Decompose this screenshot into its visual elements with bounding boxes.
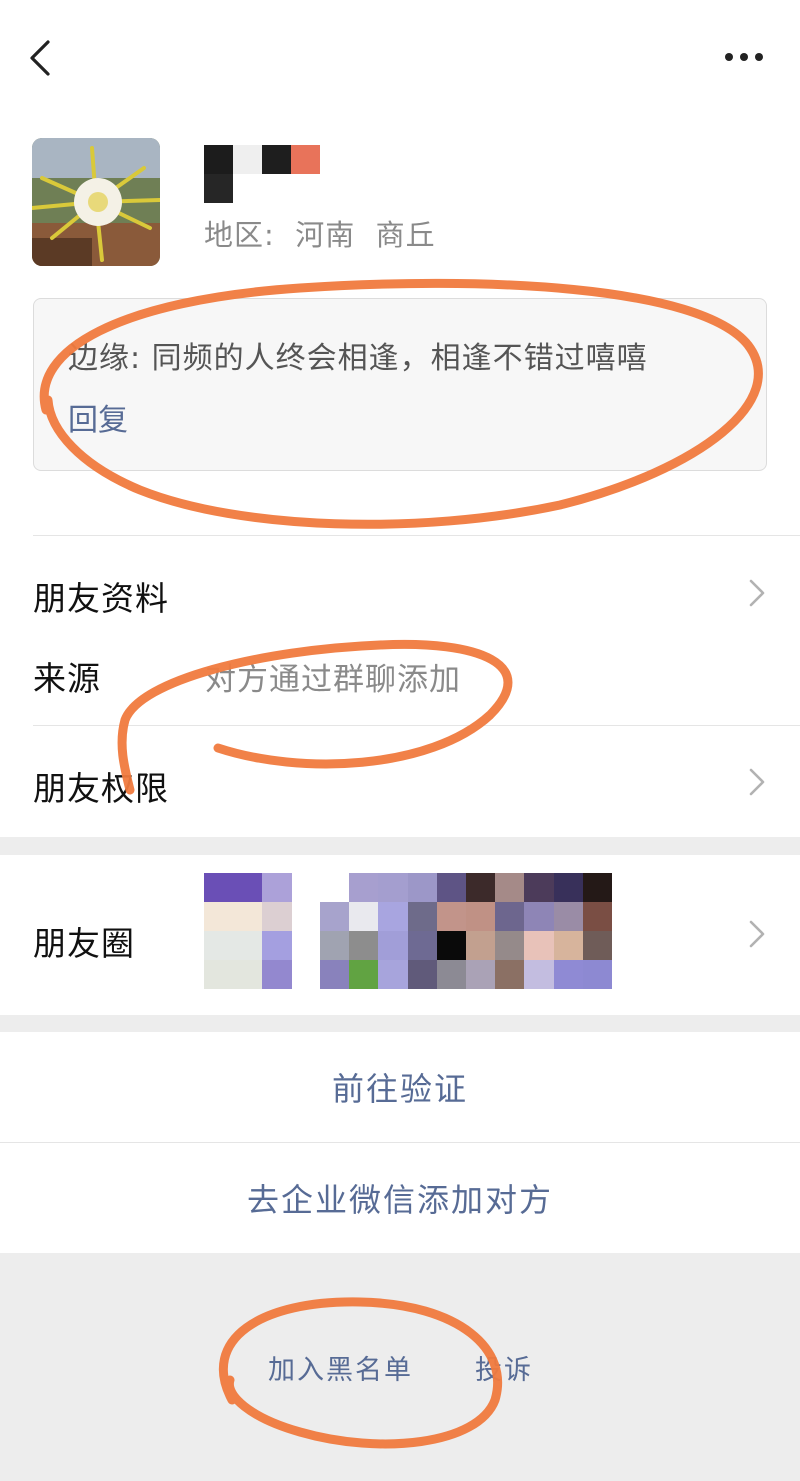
chevron-right-icon [749, 579, 765, 607]
moments-thumbnail [204, 873, 292, 989]
divider [33, 725, 800, 726]
back-icon[interactable] [22, 36, 62, 80]
reply-link[interactable]: 回复 [68, 395, 128, 439]
add-to-blacklist-link[interactable]: 加入黑名单 [268, 1348, 413, 1387]
region-text: 地区: 河南 商丘 [204, 218, 436, 252]
moments-label: 朋友圈 [33, 924, 135, 963]
nickname-mosaic [204, 145, 320, 203]
report-link[interactable]: 投诉 [475, 1348, 533, 1387]
avatar[interactable] [32, 138, 160, 266]
divider [33, 535, 800, 536]
chevron-right-icon [749, 920, 765, 948]
profile-card: 地区: 河南 商丘 边缘: 同频的人终会相逢，相逢不错过嘻嘻 回复 朋友资料 来… [0, 0, 800, 837]
friend-info-label: 朋友资料 [33, 579, 169, 618]
source-label: 来源 [33, 659, 101, 698]
friend-permissions-label: 朋友权限 [33, 769, 169, 808]
source-value: 对方通过群聊添加 [205, 662, 461, 698]
moments-note-box: 边缘: 同频的人终会相逢，相逢不错过嘻嘻 回复 [33, 298, 767, 471]
moments-thumbnail [320, 873, 612, 989]
moments-row[interactable]: 朋友圈 [0, 855, 800, 1015]
more-options-icon[interactable] [718, 40, 770, 74]
note-text: 边缘: 同频的人终会相逢，相逢不错过嘻嘻 [68, 341, 648, 376]
add-via-wecom-button[interactable]: 去企业微信添加对方 [0, 1143, 800, 1253]
verify-button[interactable]: 前往验证 [0, 1032, 800, 1142]
chevron-right-icon [749, 768, 765, 796]
